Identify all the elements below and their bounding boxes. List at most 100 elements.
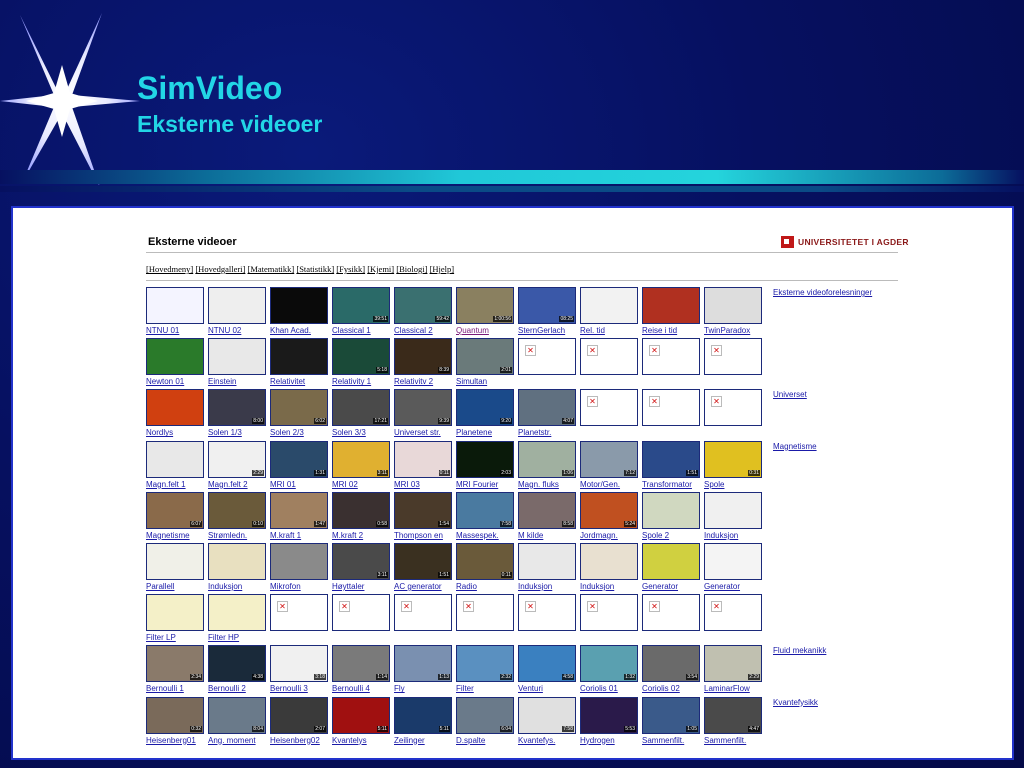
- video-thumbnail[interactable]: [704, 287, 762, 324]
- video-link[interactable]: Khan Acad.: [270, 326, 311, 335]
- video-link[interactable]: Venturi: [518, 684, 543, 693]
- video-thumbnail[interactable]: 9:39: [394, 389, 452, 427]
- video-thumbnail[interactable]: [208, 594, 266, 632]
- video-link[interactable]: Solen 3/3: [332, 428, 366, 437]
- video-thumbnail[interactable]: [642, 287, 700, 324]
- video-link[interactable]: Magn. fluks: [518, 480, 559, 489]
- video-link[interactable]: Solen 1/3: [208, 428, 242, 437]
- video-thumbnail[interactable]: [580, 287, 638, 324]
- video-link[interactable]: Motor/Gen.: [580, 480, 620, 489]
- video-thumbnail[interactable]: 4:58: [518, 645, 576, 683]
- video-thumbnail[interactable]: 4:47: [704, 696, 762, 734]
- video-thumbnail[interactable]: 1:14: [332, 645, 390, 683]
- video-thumbnail[interactable]: 2:07: [270, 696, 328, 734]
- video-thumbnail[interactable]: 8:04: [208, 696, 266, 734]
- video-thumbnail[interactable]: 4:38: [208, 645, 266, 683]
- video-thumbnail[interactable]: 3:11: [332, 542, 390, 580]
- video-link[interactable]: MRI 01: [270, 480, 296, 489]
- video-link[interactable]: Bernoulli 3: [270, 684, 308, 693]
- video-thumbnail[interactable]: [704, 491, 762, 529]
- video-thumbnail[interactable]: [270, 287, 328, 324]
- video-thumbnail[interactable]: [146, 287, 204, 324]
- video-thumbnail[interactable]: [270, 542, 328, 580]
- video-link[interactable]: MRI 02: [332, 480, 358, 489]
- video-link[interactable]: M.kraft 2: [332, 531, 363, 540]
- video-thumbnail[interactable]: 7:58: [456, 491, 514, 529]
- video-link[interactable]: Thompson en: [394, 531, 443, 540]
- video-thumbnail[interactable]: 3:11: [332, 440, 390, 478]
- video-thumbnail[interactable]: 1:05: [642, 696, 700, 734]
- video-thumbnail[interactable]: 1:51: [394, 542, 452, 580]
- video-link[interactable]: Einstein: [208, 377, 236, 386]
- university-logo[interactable]: UNIVERSITETET I AGDER: [781, 236, 909, 248]
- category-link[interactable]: Fluid mekanikk: [773, 646, 826, 655]
- video-link[interactable]: Classical 1: [332, 326, 371, 335]
- video-thumbnail[interactable]: [146, 594, 204, 632]
- video-link[interactable]: Spole 2: [642, 531, 669, 540]
- video-thumbnail[interactable]: 6:04: [456, 696, 514, 734]
- video-link[interactable]: Planetene: [456, 428, 492, 437]
- video-thumbnail[interactable]: 0:11: [394, 440, 452, 478]
- video-link[interactable]: Filter LP: [146, 633, 176, 642]
- video-thumbnail[interactable]: 0:11: [456, 542, 514, 580]
- video-link[interactable]: Relativity 1: [332, 377, 371, 386]
- video-link[interactable]: Ang. moment: [208, 736, 256, 745]
- video-thumbnail[interactable]: 4:07: [518, 389, 576, 427]
- video-link[interactable]: Sammenfilt.: [642, 736, 684, 745]
- video-link[interactable]: Induksjon: [518, 582, 552, 591]
- video-link[interactable]: Strømledn.: [208, 531, 247, 540]
- video-thumbnail[interactable]: 3:54: [642, 645, 700, 683]
- video-thumbnail[interactable]: 0:31: [704, 440, 762, 478]
- video-thumbnail[interactable]: [208, 287, 266, 324]
- video-thumbnail[interactable]: 2:32: [456, 645, 514, 683]
- video-thumbnail[interactable]: 7:12: [580, 440, 638, 478]
- video-thumbnail[interactable]: [642, 542, 700, 580]
- video-thumbnail[interactable]: 6:07: [146, 491, 204, 529]
- video-thumbnail[interactable]: 39:51: [332, 287, 390, 324]
- nav-link[interactable]: [Kjemi]: [367, 264, 394, 274]
- video-thumbnail[interactable]: 59:42: [394, 287, 452, 324]
- video-thumbnail[interactable]: 1:00:56: [456, 287, 514, 324]
- video-link[interactable]: Generator: [704, 582, 740, 591]
- video-thumbnail[interactable]: 0:10: [208, 491, 266, 529]
- video-thumbnail[interactable]: [642, 491, 700, 529]
- nav-link[interactable]: [Statistikk]: [296, 264, 334, 274]
- video-link[interactable]: Generator: [642, 582, 678, 591]
- video-thumbnail[interactable]: 1:13: [394, 645, 452, 683]
- video-thumbnail[interactable]: 08:25: [518, 287, 576, 324]
- video-link[interactable]: Jordmagn.: [580, 531, 618, 540]
- video-thumbnail[interactable]: 8:58: [518, 491, 576, 529]
- video-link[interactable]: SternGerlach: [518, 326, 565, 335]
- nav-link[interactable]: [Biologi]: [396, 264, 427, 274]
- video-link[interactable]: Nordlys: [146, 428, 173, 437]
- video-link[interactable]: Magnetisme: [146, 531, 190, 540]
- video-link[interactable]: Coriolis 02: [642, 684, 680, 693]
- video-thumbnail[interactable]: [146, 440, 204, 478]
- video-link[interactable]: Planetstr.: [518, 428, 551, 437]
- video-link[interactable]: Induksjon: [580, 582, 614, 591]
- video-thumbnail[interactable]: 6:02: [270, 389, 328, 427]
- video-thumbnail[interactable]: 1:51: [642, 440, 700, 478]
- nav-link[interactable]: [Fysikk]: [336, 264, 365, 274]
- nav-link[interactable]: [Hjelp]: [430, 264, 455, 274]
- video-thumbnail[interactable]: [518, 542, 576, 580]
- video-link[interactable]: Filter: [456, 684, 474, 693]
- nav-link[interactable]: [Matematikk]: [248, 264, 295, 274]
- video-link[interactable]: Magn.felt 2: [208, 480, 248, 489]
- video-link[interactable]: NTNU 02: [208, 326, 241, 335]
- video-link[interactable]: TwinParadox: [704, 326, 750, 335]
- video-link[interactable]: NTNU 01: [146, 326, 179, 335]
- video-link[interactable]: Spole: [704, 480, 724, 489]
- video-link[interactable]: Heisenberg01: [146, 736, 196, 745]
- video-thumbnail[interactable]: 17:21: [332, 389, 390, 427]
- video-link[interactable]: Bernoulli 4: [332, 684, 370, 693]
- video-link[interactable]: Induksjon: [704, 531, 738, 540]
- video-thumbnail[interactable]: [146, 542, 204, 580]
- video-link[interactable]: Relativitet: [270, 377, 305, 386]
- video-link[interactable]: M.kraft 1: [270, 531, 301, 540]
- video-link[interactable]: Magn.felt 1: [146, 480, 186, 489]
- video-thumbnail[interactable]: 8:00: [208, 389, 266, 427]
- video-thumbnail[interactable]: 9:20: [456, 389, 514, 427]
- video-link[interactable]: Coriolis 01: [580, 684, 618, 693]
- video-link[interactable]: Bernoulli 1: [146, 684, 184, 693]
